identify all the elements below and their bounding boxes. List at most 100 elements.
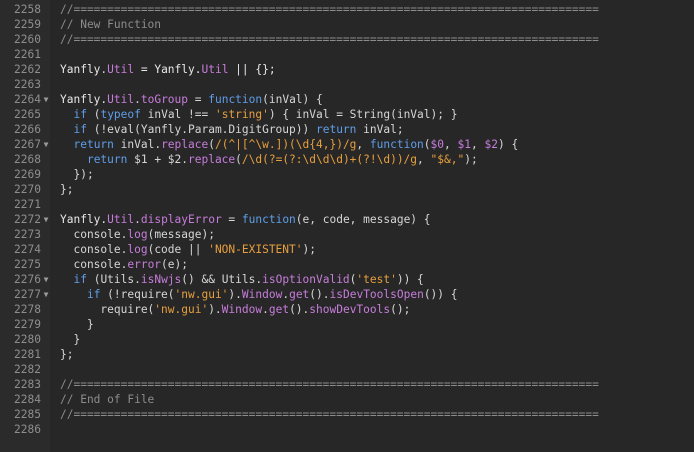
code-token: 'string' [214,108,269,121]
code-token: ( [208,138,215,151]
code-token: = [188,93,209,106]
code-line[interactable]: 2264 ▼ Yanfly.Util.toGroup = function(inVa… [0,92,694,107]
code-line[interactable]: 2276 ▼ if (Utils.isNwjs() && Utils.isOpti… [0,272,694,287]
code-token: 'test' [356,273,397,286]
fold-arrow-icon[interactable]: ▼ [42,287,50,302]
code-token: //======================================… [60,33,599,46]
code-token: 'NON-EXISTENT' [208,243,303,256]
code-line[interactable]: 2283 //==================================… [0,377,694,392]
code-token: (Utils. [86,273,141,286]
code-line[interactable]: 2274 console.log(code || 'NON-EXISTENT')… [0,242,694,257]
code-line[interactable]: 2273 console.log(message); [0,227,694,242]
line-code: console.error(e); [60,257,188,272]
code-line[interactable]: 2281}; [0,347,694,362]
code-token: ); [302,243,316,256]
code-token: ( [423,138,431,151]
fold-arrow-icon[interactable]: ▼ [42,212,50,227]
code-token: , [444,138,458,151]
code-token: $0 [430,138,445,151]
code-token: ( [235,153,242,166]
code-line[interactable]: 2265 if (typeof inVal !== 'string') { in… [0,107,694,122]
code-token: } [60,333,81,346]
code-line[interactable]: 2261 [0,47,694,62]
code-lines[interactable]: 2258 //==================================… [0,2,694,437]
code-token: (code || [147,243,209,256]
code-token: get [268,303,290,316]
line-number: 2286 [14,423,41,436]
code-token: // End of File [60,393,155,406]
code-line[interactable]: 2269 }); [0,167,694,182]
line-code: if (!eval(Yanfly.Param.DigitGroup)) retu… [60,122,403,137]
code-token: toGroup [140,93,189,106]
line-code: if (typeof inVal !== 'string') { inVal =… [60,107,457,122]
line-number: 2270 [14,183,41,196]
line-number: 2278 [14,303,41,316]
code-line[interactable]: 2268 return $1 + $2.replace(/\d(?=(?:\d\… [0,152,694,167]
code-line[interactable]: 2263 [0,77,694,92]
line-number: 2276 [14,273,41,286]
code-line[interactable]: 2282 [0,362,694,377]
code-line[interactable]: 2262 Yanfly.Util = Yanfly.Util || {}; [0,62,694,77]
line-code: //======================================… [60,2,599,17]
code-line[interactable]: 2278 require('nw.gui').Window.get().show… [0,302,694,317]
code-token: ) { inVal = String(inVal); } [268,108,458,121]
code-token: . [134,93,141,106]
code-token: } [60,318,94,331]
code-line[interactable]: 2286 [0,422,694,437]
code-token: $1 [457,138,471,151]
code-line[interactable]: 2272 ▼ Yanfly.Util.displayError = function… [0,212,694,227]
line-number: 2275 [14,258,41,271]
code-line[interactable]: 2266 if (!eval(Yanfly.Param.DigitGroup))… [0,122,694,137]
code-line[interactable]: 2285 //==================================… [0,407,694,422]
code-token: log [127,243,148,256]
line-number: 2283 [14,378,41,391]
line-number: 2263 [14,78,41,91]
code-line[interactable]: 2277 ▼ if (!require('nw.gui').Window.get(… [0,287,694,302]
code-token: isOptionValid [262,273,350,286]
code-token: 'nw.gui' [174,288,229,301]
line-number: 2264 [14,93,41,106]
code-token: , [417,153,431,166]
code-token: if [73,273,87,286]
line-code: } [60,332,80,347]
code-token: = Yanfly. [134,63,202,76]
code-token: }; [60,183,74,196]
code-token: () && Utils. [181,273,263,286]
line-code: // New Function [60,17,161,32]
code-line[interactable]: 2271 [0,197,694,212]
code-line[interactable]: 2275 console.error(e); [0,257,694,272]
code-token: function [208,93,263,106]
line-code: //======================================… [60,407,599,422]
code-token: return [86,153,128,166]
code-line[interactable]: 2280 } [0,332,694,347]
line-number: 2273 [14,228,41,241]
code-line[interactable]: 2259 // New Function [0,17,694,32]
code-token: showDevTools [309,303,391,316]
code-token: function [369,138,424,151]
fold-arrow-icon[interactable]: ▼ [42,137,50,152]
code-token: Window [221,303,263,316]
code-token: /(^|[^\w.])(\d{4,})/g [214,138,357,151]
code-line[interactable]: 2267 ▼ return inVal.replace(/(^|[^\w.])(\… [0,137,694,152]
line-code: Yanfly.Util.toGroup = function(inVal) { [60,92,323,107]
code-token: replace [188,153,236,166]
code-line[interactable]: 2284 // End of File [0,392,694,407]
code-line[interactable]: 2279 } [0,317,694,332]
code-token: typeof [100,108,141,121]
line-number: 2261 [14,48,41,61]
line-code: if (!require('nw.gui').Window.get().isDe… [60,287,458,302]
code-line[interactable]: 2260 //==================================… [0,32,694,47]
code-token: /\d(?=(?:\d\d\d)+(?!\d))/g [241,153,418,166]
code-editor[interactable]: 2258 //==================================… [0,0,694,452]
code-token: require( [60,303,155,316]
fold-arrow-icon[interactable]: ▼ [42,272,50,287]
code-line[interactable]: 2258 //==================================… [0,2,694,17]
code-token: (e); [161,258,188,271]
fold-arrow-icon[interactable]: ▼ [42,92,50,107]
code-line[interactable]: 2270}; [0,182,694,197]
line-code: }); [60,167,93,182]
code-token: . [134,213,141,226]
code-token: displayError [140,213,222,226]
line-code: return $1 + $2.replace(/\d(?=(?:\d\d\d)+… [60,152,478,167]
